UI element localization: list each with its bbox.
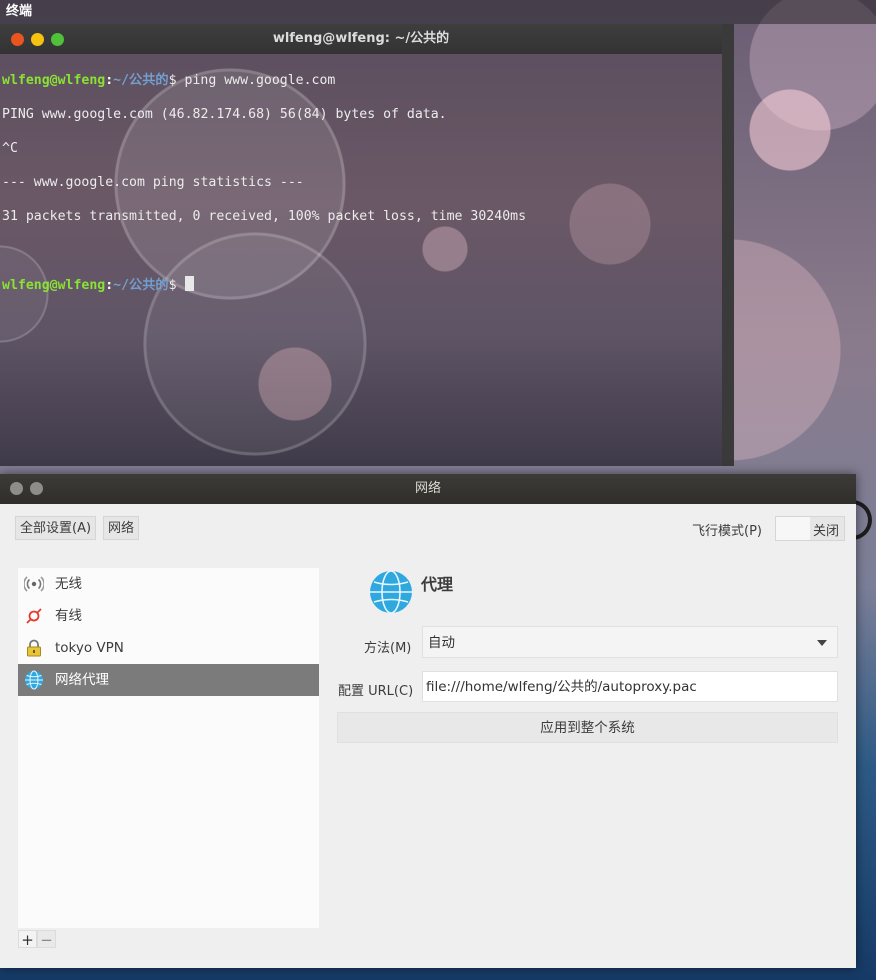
prompt-path: ~/公共的 [113,278,169,293]
terminal-line: PING www.google.com (46.82.174.68) 56(84… [2,107,447,122]
network-titlebar[interactable]: 网络 [0,474,856,504]
sidebar-item-label: tokyo VPN [55,640,124,656]
prompt-colon: : [105,73,114,88]
network-settings-window[interactable]: 网络 全部设置(A) 网络 飞行模式(P) 关闭 无线 有线 tokyo VPN… [0,474,856,968]
top-panel: 终端 [0,0,876,24]
prompt-char: $ [168,73,185,88]
apply-system-wide-button[interactable]: 应用到整个系统 [337,712,838,743]
terminal-titlebar[interactable]: wlfeng@wlfeng: ~/公共的 [0,24,722,54]
terminal-window[interactable]: wlfeng@wlfeng: ~/公共的 wlfeng@wlfeng:~/公共的… [0,24,734,466]
sidebar-item-label: 有线 [55,608,82,624]
maximize-icon[interactable] [51,33,64,46]
terminal-line: --- www.google.com ping statistics --- [2,175,304,190]
wired-icon [26,608,42,624]
globe-icon [25,670,43,690]
text-cursor [184,276,194,291]
settings-toolbar: 全部设置(A) 网络 飞行模式(P) 关闭 [0,504,856,550]
connection-list: 无线 有线 tokyo VPN 网络代理 [18,568,319,928]
prompt-char: $ [168,278,185,293]
method-dropdown[interactable]: 自动 [422,626,838,658]
config-url-input[interactable]: file:///home/wlfeng/公共的/autoproxy.pac [422,671,838,702]
sidebar-item-proxy[interactable]: 网络代理 [18,664,319,696]
all-settings-button[interactable]: 全部设置(A) [15,516,97,540]
sidebar-item-wireless[interactable]: 无线 [18,568,319,600]
sidebar-item-label: 无线 [55,576,82,592]
terminal-title: wlfeng@wlfeng: ~/公共的 [272,31,450,46]
proxy-heading: 代理 [421,575,454,594]
add-connection-button[interactable]: + [18,930,37,949]
vpn-lock-icon [27,639,41,657]
prompt-path: ~/公共的 [113,73,169,88]
sidebar-item-label: 网络代理 [55,672,109,688]
terminal-line: 31 packets transmitted, 0 received, 100%… [2,209,527,224]
active-app-name: 终端 [6,4,33,19]
close-icon[interactable] [10,482,23,495]
remove-connection-button[interactable]: − [37,930,56,949]
terminal-line: wlfeng@wlfeng:~/公共的$ [2,276,722,294]
airplane-mode-state: 关闭 [813,524,840,539]
close-icon[interactable] [11,33,24,46]
airplane-mode-switch[interactable]: 关闭 [775,516,845,541]
terminal-line: wlfeng@wlfeng:~/公共的$ ping www.google.com [2,72,722,89]
minimize-icon[interactable] [30,482,43,495]
minimize-icon[interactable] [31,33,44,46]
method-value: 自动 [428,635,455,651]
sidebar-item-vpn[interactable]: tokyo VPN [18,632,319,664]
list-toolbar: + − [18,930,56,949]
switch-knob [776,517,810,540]
terminal-output[interactable]: wlfeng@wlfeng:~/公共的$ ping www.google.com… [2,55,722,328]
prompt-user: wlfeng@wlfeng [2,73,106,88]
wifi-icon [24,576,44,592]
chevron-down-icon [817,640,827,646]
prompt-colon: : [105,278,114,293]
terminal-line: ^C [2,141,18,156]
prompt-user: wlfeng@wlfeng [2,278,106,293]
proxy-globe-icon [370,570,412,614]
config-url-label: 配置 URL(C) [338,684,414,699]
network-title: 网络 [414,481,441,496]
method-label: 方法(M) [364,641,412,656]
sidebar-item-wired[interactable]: 有线 [18,600,319,632]
breadcrumb-network[interactable]: 网络 [103,516,140,540]
airplane-mode-label: 飞行模式(P) [692,524,762,539]
command-text: ping www.google.com [184,73,336,88]
